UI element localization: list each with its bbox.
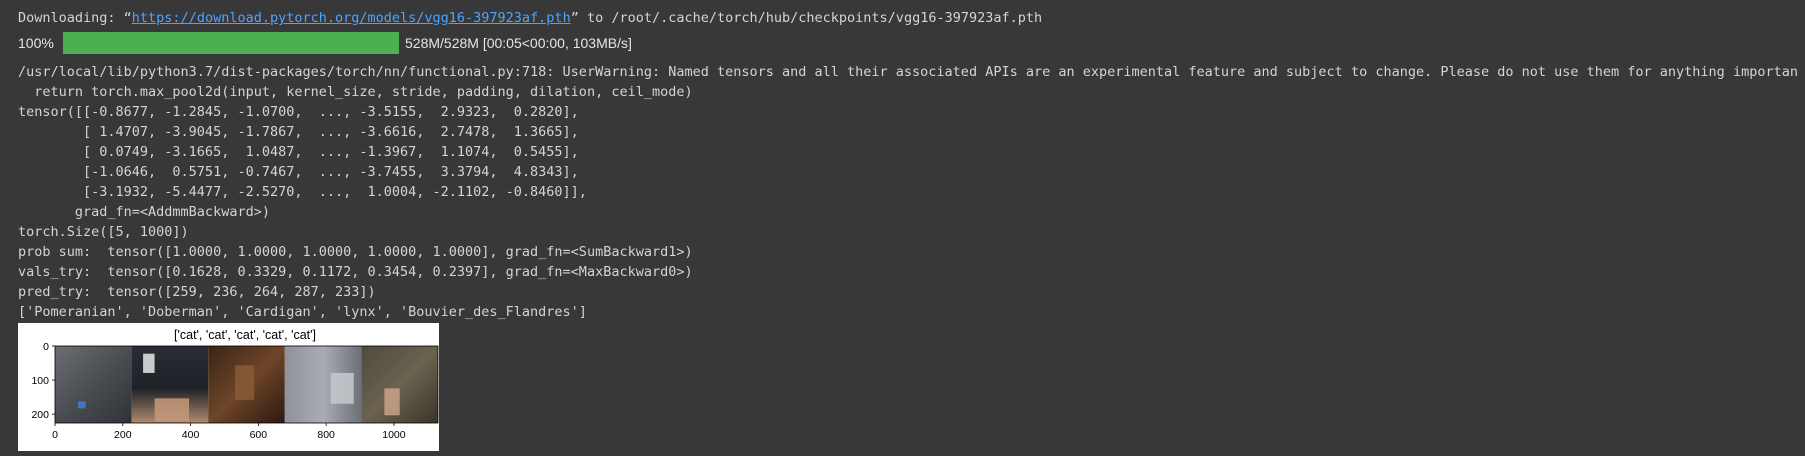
x-tick-label: 800: [317, 429, 335, 441]
progress-bar: [63, 32, 399, 54]
download-suffix: ” to /root/.cache/torch/hub/checkpoints/…: [570, 10, 1043, 26]
tensor-line: [-1.0646, 0.5751, -0.7467, ..., -3.7455,…: [18, 164, 579, 180]
image-grid-figure: ['cat', 'cat', 'cat', 'cat', 'cat'] 0 100…: [18, 323, 439, 451]
tensor-line: [-3.1932, -5.4477, -2.5270, ..., 1.0004,…: [18, 184, 587, 200]
warning-line: /usr/local/lib/python3.7/dist-packages/t…: [18, 64, 1798, 80]
image-detail: [77, 401, 86, 409]
image-detail: [384, 388, 400, 416]
figure-svg: ['cat', 'cat', 'cat', 'cat', 'cat'] 0 100…: [31, 328, 439, 441]
warning-source-line: return torch.max_pool2d(input, kernel_si…: [18, 84, 693, 100]
class-labels-line: ['Pomeranian', 'Doberman', 'Cardigan', '…: [18, 304, 587, 320]
download-progress: 100% 528M/528M [00:05<00:00, 103MB/s]: [18, 30, 1798, 56]
image-detail: [235, 365, 255, 400]
image-detail: [143, 353, 155, 373]
pred-try-line: pred_try: tensor([259, 236, 264, 287, 23…: [18, 284, 376, 300]
vals-try-line: vals_try: tensor([0.1628, 0.3329, 0.1172…: [18, 264, 693, 280]
progress-percent: 100%: [18, 35, 54, 51]
x-tick-label: 0: [52, 429, 58, 441]
cell-output: Downloading: “https://download.pytorch.o…: [18, 8, 1798, 322]
y-tick-label: 0: [43, 341, 49, 353]
image-detail: [154, 398, 190, 422]
image-detail: [330, 372, 354, 404]
prob-sum-line: prob sum: tensor([1.0000, 1.0000, 1.0000…: [18, 244, 693, 260]
tensor-line: tensor([[-0.8677, -1.2845, -1.0700, ...,…: [18, 104, 579, 120]
download-prefix: Downloading: “: [18, 10, 132, 26]
download-url-link[interactable]: https://download.pytorch.org/models/vgg1…: [132, 10, 571, 26]
x-tick-label: 200: [114, 429, 132, 441]
image-tile: [55, 346, 132, 423]
progress-stats: 528M/528M [00:05<00:00, 103MB/s]: [405, 35, 632, 51]
x-tick-label: 600: [250, 429, 268, 441]
size-line: torch.Size([5, 1000]): [18, 224, 189, 240]
download-line: Downloading: “https://download.pytorch.o…: [18, 8, 1798, 28]
x-tick-label: 400: [182, 429, 200, 441]
y-tick-label: 200: [31, 409, 49, 421]
figure-title: ['cat', 'cat', 'cat', 'cat', 'cat']: [174, 328, 316, 342]
tensor-line: [ 0.0749, -3.1665, 1.0487, ..., -1.3967,…: [18, 144, 579, 160]
y-tick-label: 100: [31, 375, 49, 387]
image-strip: [55, 346, 438, 423]
progress-bar-fill: [63, 32, 399, 54]
tensor-line: grad_fn=<AddmmBackward>): [18, 204, 270, 220]
x-axis: 0 200 400 600 800 1000: [52, 423, 406, 441]
y-axis: 0 100 200: [31, 341, 55, 421]
tensor-line: [ 1.4707, -3.9045, -1.7867, ..., -3.6616…: [18, 124, 579, 140]
x-tick-label: 1000: [382, 429, 406, 441]
